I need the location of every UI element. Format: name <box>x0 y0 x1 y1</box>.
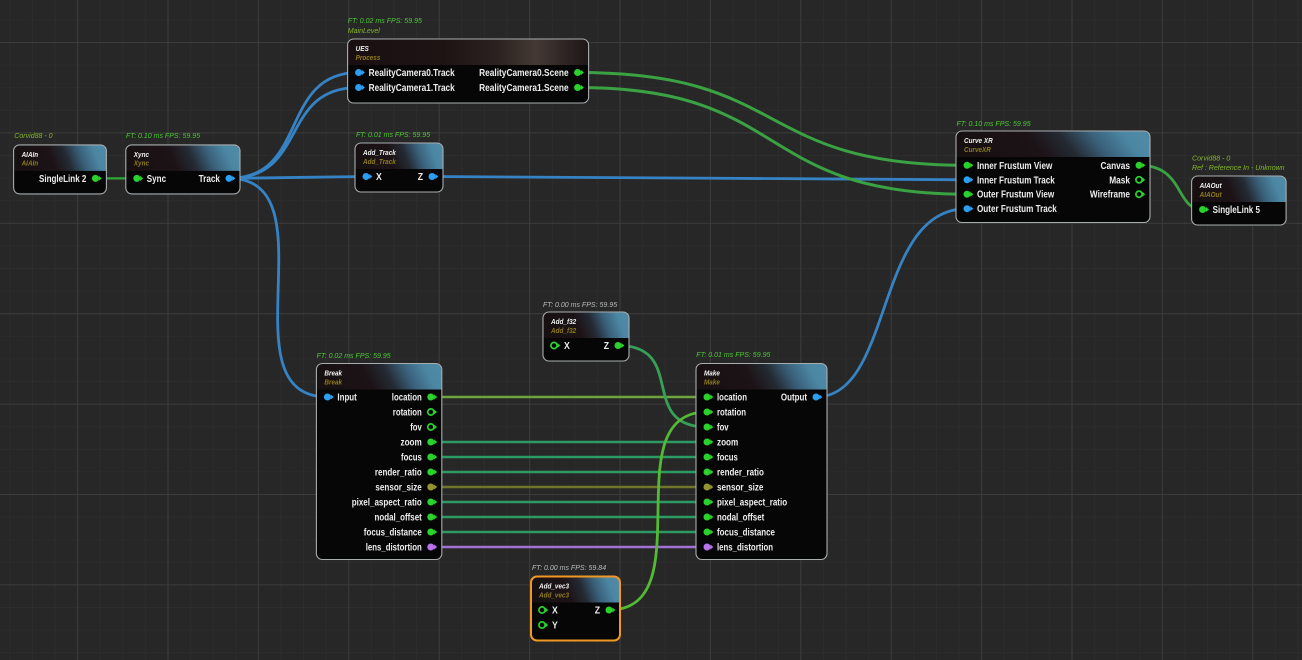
svg-text:sensor_size: sensor_size <box>717 483 764 494</box>
svg-text:lens_distortion: lens_distortion <box>366 543 422 554</box>
svg-text:SingleLink 5: SingleLink 5 <box>1213 205 1261 216</box>
svg-text:location: location <box>717 393 747 404</box>
svg-text:FT: 0.10 ms FPS: 59.95: FT: 0.10 ms FPS: 59.95 <box>126 131 201 140</box>
svg-text:RealityCamera1.Track: RealityCamera1.Track <box>369 83 456 94</box>
svg-text:Process: Process <box>356 53 381 62</box>
svg-text:rotation: rotation <box>717 408 746 419</box>
svg-text:FT: 0.01 ms FPS: 59.95: FT: 0.01 ms FPS: 59.95 <box>356 130 431 139</box>
svg-text:Outer Frustum Track: Outer Frustum Track <box>977 204 1057 215</box>
svg-text:AIAOut: AIAOut <box>1199 181 1222 190</box>
svg-text:lens_distortion: lens_distortion <box>717 543 773 554</box>
svg-text:pixel_aspect_ratio: pixel_aspect_ratio <box>352 498 422 509</box>
svg-text:Add_vec3: Add_vec3 <box>538 582 570 591</box>
svg-text:FT: 0.10 ms FPS: 59.95: FT: 0.10 ms FPS: 59.95 <box>957 119 1032 128</box>
svg-text:nodal_offset: nodal_offset <box>375 513 423 524</box>
svg-text:location: location <box>392 393 422 404</box>
svg-text:RealityCamera0.Scene: RealityCamera0.Scene <box>479 68 569 79</box>
svg-text:AIAIn: AIAIn <box>21 159 39 168</box>
svg-text:SingleLink 2: SingleLink 2 <box>39 174 87 185</box>
svg-text:pixel_aspect_ratio: pixel_aspect_ratio <box>717 498 787 509</box>
svg-text:Make: Make <box>704 377 720 386</box>
svg-text:X: X <box>376 172 382 183</box>
svg-text:UES: UES <box>356 44 369 53</box>
svg-text:Add_f32: Add_f32 <box>550 317 577 326</box>
svg-text:Y: Y <box>552 621 558 632</box>
svg-text:RealityCamera0.Track: RealityCamera0.Track <box>369 68 456 79</box>
svg-text:rotation: rotation <box>393 408 422 419</box>
svg-text:Add_vec3: Add_vec3 <box>538 590 570 599</box>
svg-text:Sync: Sync <box>147 174 167 185</box>
svg-text:X: X <box>552 606 558 617</box>
svg-text:sensor_size: sensor_size <box>375 483 422 494</box>
svg-text:Outer Frustum View: Outer Frustum View <box>977 190 1054 201</box>
svg-text:Inner Frustum Track: Inner Frustum Track <box>977 175 1055 186</box>
svg-text:Ref : Reference In - Unknown: Ref : Reference In - Unknown <box>1192 163 1285 172</box>
svg-text:CurveXR: CurveXR <box>964 145 991 154</box>
svg-text:X: X <box>564 341 570 352</box>
svg-text:Corvid88 - 0: Corvid88 - 0 <box>1192 153 1231 162</box>
svg-text:Mask: Mask <box>1109 175 1130 186</box>
svg-text:Z: Z <box>604 341 609 352</box>
svg-text:MainLevel: MainLevel <box>348 26 380 35</box>
svg-text:Wireframe: Wireframe <box>1090 190 1130 201</box>
svg-text:fov: fov <box>410 423 422 434</box>
svg-text:Corvid88 - 0: Corvid88 - 0 <box>14 131 53 140</box>
svg-text:Add_Track: Add_Track <box>362 157 396 166</box>
svg-text:Input: Input <box>337 393 357 404</box>
svg-text:zoom: zoom <box>401 438 422 449</box>
svg-text:focus_distance: focus_distance <box>364 528 422 539</box>
svg-text:zoom: zoom <box>717 438 738 449</box>
svg-text:FT: 0.00 ms FPS: 59.84: FT: 0.00 ms FPS: 59.84 <box>532 563 606 572</box>
svg-text:Add_f32: Add_f32 <box>550 326 577 335</box>
svg-text:Inner Frustum View: Inner Frustum View <box>977 161 1052 172</box>
svg-text:AIAIn: AIAIn <box>21 150 39 159</box>
svg-text:Xync: Xync <box>133 150 150 159</box>
svg-text:Z: Z <box>595 606 600 617</box>
svg-text:Canvas: Canvas <box>1101 161 1131 172</box>
svg-text:Add_Track: Add_Track <box>362 148 396 157</box>
svg-text:Track: Track <box>199 174 221 185</box>
svg-text:render_ratio: render_ratio <box>717 468 764 479</box>
svg-text:Z: Z <box>418 172 423 183</box>
svg-text:AIAOut: AIAOut <box>1199 190 1222 199</box>
svg-text:RealityCamera1.Scene: RealityCamera1.Scene <box>479 83 569 94</box>
svg-text:Make: Make <box>704 369 720 378</box>
svg-text:FT: 0.02 ms FPS: 59.95: FT: 0.02 ms FPS: 59.95 <box>317 351 392 360</box>
svg-text:focus: focus <box>717 453 738 464</box>
svg-text:FT: 0.00 ms FPS: 59.95: FT: 0.00 ms FPS: 59.95 <box>543 300 618 309</box>
svg-text:render_ratio: render_ratio <box>375 468 422 479</box>
svg-text:Break: Break <box>324 377 342 386</box>
svg-text:focus_distance: focus_distance <box>717 528 775 539</box>
svg-text:nodal_offset: nodal_offset <box>717 513 765 524</box>
svg-text:FT: 0.01 ms FPS: 59.95: FT: 0.01 ms FPS: 59.95 <box>696 350 771 359</box>
svg-text:focus: focus <box>401 453 422 464</box>
svg-text:Curve XR: Curve XR <box>964 136 993 145</box>
svg-text:Output: Output <box>781 393 808 404</box>
svg-text:Break: Break <box>324 369 342 378</box>
svg-text:fov: fov <box>717 423 729 434</box>
svg-text:Xync: Xync <box>133 159 150 168</box>
svg-text:FT: 0.02 ms FPS: 59.95: FT: 0.02 ms FPS: 59.95 <box>348 16 423 25</box>
